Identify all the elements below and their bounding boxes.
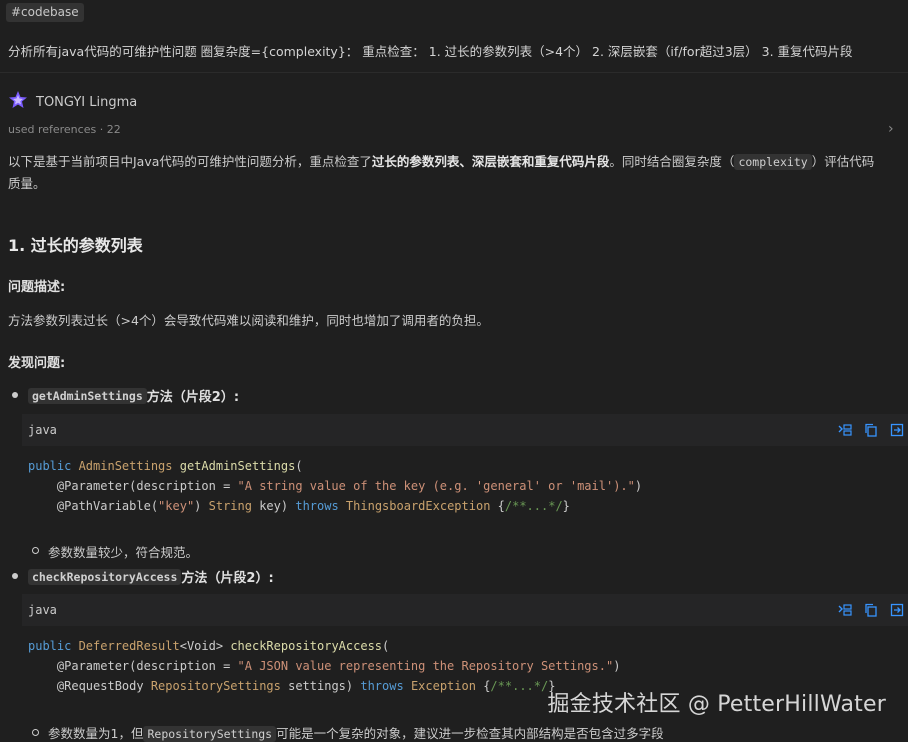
code-block: java public DeferredResult<Void> checkRe… <box>22 594 908 696</box>
insert-icon[interactable] <box>838 603 852 617</box>
used-references[interactable]: used references · 22 <box>8 123 121 136</box>
problem-heading: 问题描述: <box>8 280 66 295</box>
bullet <box>12 392 18 398</box>
user-prompt: 分析所有java代码的可维护性问题 圈复杂度={complexity}： 重点检… <box>8 44 853 59</box>
list-item-method-2: checkRepositoryAccess 方法（片段2）: <box>28 567 274 586</box>
code-language: java <box>28 423 57 437</box>
intro-text-3: ）评估代码 <box>811 154 875 169</box>
item-note: 参数数量为1，但 RepositorySettings 可能是一个复杂的对象，建议进… <box>48 726 664 742</box>
lingma-logo-icon <box>8 90 28 114</box>
method-name: checkRepositoryAccess <box>28 568 182 585</box>
chevron-right-icon[interactable]: › <box>888 121 894 137</box>
code-body: public AdminSettings getAdminSettings( @… <box>28 459 643 513</box>
item-note: 参数数量较少，符合规范。 <box>48 545 199 560</box>
intro-text: 以下是基于当前项目中Java代码的可维护性问题分析，重点检查了 <box>8 154 372 169</box>
code-block-header: java <box>22 414 908 446</box>
intro-paragraph: 以下是基于当前项目中Java代码的可维护性问题分析，重点检查了过长的参数列表、深… <box>8 151 903 195</box>
new-file-icon[interactable] <box>890 603 904 617</box>
watermark: 掘金技术社区 @ PetterHillWater <box>547 692 886 717</box>
code-toolbar <box>838 603 908 617</box>
assistant-name: TONGYI Lingma <box>36 94 138 110</box>
copy-icon[interactable] <box>864 423 878 437</box>
code-toolbar <box>838 423 908 437</box>
code-language: java <box>28 603 57 617</box>
found-heading: 发现问题: <box>8 356 66 371</box>
intro-bold: 过长的参数列表、深层嵌套和重复代码片段 <box>371 154 610 169</box>
list-item-method-1: getAdminSettings 方法（片段2）: <box>28 386 239 405</box>
inline-code-complexity: complexity <box>734 154 812 170</box>
context-tag-codebase[interactable]: #codebase <box>6 3 84 22</box>
divider <box>0 72 908 73</box>
sub-bullet <box>32 729 39 736</box>
copy-icon[interactable] <box>864 603 878 617</box>
method-suffix: 方法（片段2）: <box>181 571 274 586</box>
code-block-header: java <box>22 594 908 626</box>
bullet <box>12 573 18 579</box>
insert-icon[interactable] <box>838 423 852 437</box>
new-file-icon[interactable] <box>890 423 904 437</box>
section-heading: 1. 过长的参数列表 <box>8 236 143 255</box>
problem-text: 方法参数列表过长（>4个）会导致代码难以阅读和维护，同时也增加了调用者的负担。 <box>8 313 489 328</box>
code-block: java public AdminSettings getAdminSettin… <box>22 414 908 516</box>
intro-text-4: 质量。 <box>8 176 46 191</box>
method-name: getAdminSettings <box>28 387 147 404</box>
assistant-header: TONGYI Lingma <box>8 90 137 114</box>
sub-bullet <box>32 547 39 554</box>
intro-text-2: 。同时结合圈复杂度（ <box>609 154 735 169</box>
method-suffix: 方法（片段2）: <box>146 390 240 405</box>
